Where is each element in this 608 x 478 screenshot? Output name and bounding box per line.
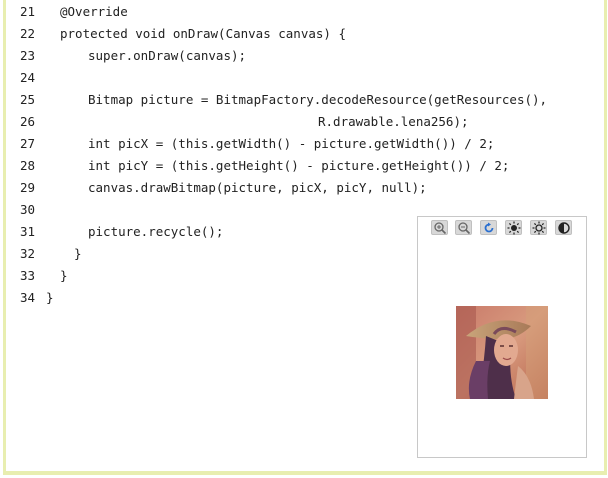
brightness-up-button[interactable] (505, 220, 522, 235)
code-text: protected void onDraw(Canvas canvas) { (60, 26, 346, 41)
zoom-in-button[interactable] (431, 220, 448, 235)
line-number: 22 (20, 26, 36, 41)
code-line: 25 Bitmap picture = BitmapFactory.decodeR… (0, 92, 608, 112)
code-line: 24 (0, 70, 608, 90)
code-text: } (60, 268, 68, 283)
code-text: int picX = (this.getWidth() - picture.ge… (88, 136, 495, 151)
line-number: 21 (20, 4, 36, 19)
line-number: 23 (20, 48, 36, 63)
line-number: 25 (20, 92, 36, 107)
zoom-out-button[interactable] (455, 220, 472, 235)
code-text: super.onDraw(canvas); (88, 48, 247, 63)
code-text: @Override (60, 4, 128, 19)
code-text: Bitmap picture = BitmapFactory.decodeRes… (88, 92, 548, 107)
code-line: 22 protected void onDraw(Canvas canvas) { (0, 26, 608, 46)
line-number: 27 (20, 136, 36, 151)
line-number: 26 (20, 114, 36, 129)
code-text: } (46, 290, 54, 305)
code-line: 27 int picX = (this.getWidth() - picture.… (0, 136, 608, 156)
line-number: 28 (20, 158, 36, 173)
line-number: 24 (20, 70, 36, 85)
code-line: 23 super.onDraw(canvas); (0, 48, 608, 68)
line-number: 29 (20, 180, 36, 195)
code-text: canvas.drawBitmap(picture, picX, picY, n… (88, 180, 427, 195)
code-line: 29 canvas.drawBitmap(picture, picX, picY,… (0, 180, 608, 200)
code-line: 26 R.drawable.lena256); (0, 114, 608, 134)
code-text: picture.recycle(); (88, 224, 224, 239)
line-number: 32 (20, 246, 36, 261)
code-text: } (74, 246, 82, 261)
code-line: 28 int picY = (this.getHeight() - picture… (0, 158, 608, 178)
line-number: 31 (20, 224, 36, 239)
code-text: R.drawable.lena256); (318, 114, 469, 129)
code-text: int picY = (this.getHeight() - picture.g… (88, 158, 510, 173)
contrast-button[interactable] (555, 220, 572, 235)
line-number: 34 (20, 290, 36, 305)
image-viewer-panel (417, 216, 587, 458)
code-line: 21 @Override (0, 4, 608, 24)
portrait-photo (456, 306, 548, 399)
brightness-down-button[interactable] (530, 220, 547, 235)
line-number: 30 (20, 202, 36, 217)
line-number: 33 (20, 268, 36, 283)
rotate-button[interactable] (480, 220, 497, 235)
